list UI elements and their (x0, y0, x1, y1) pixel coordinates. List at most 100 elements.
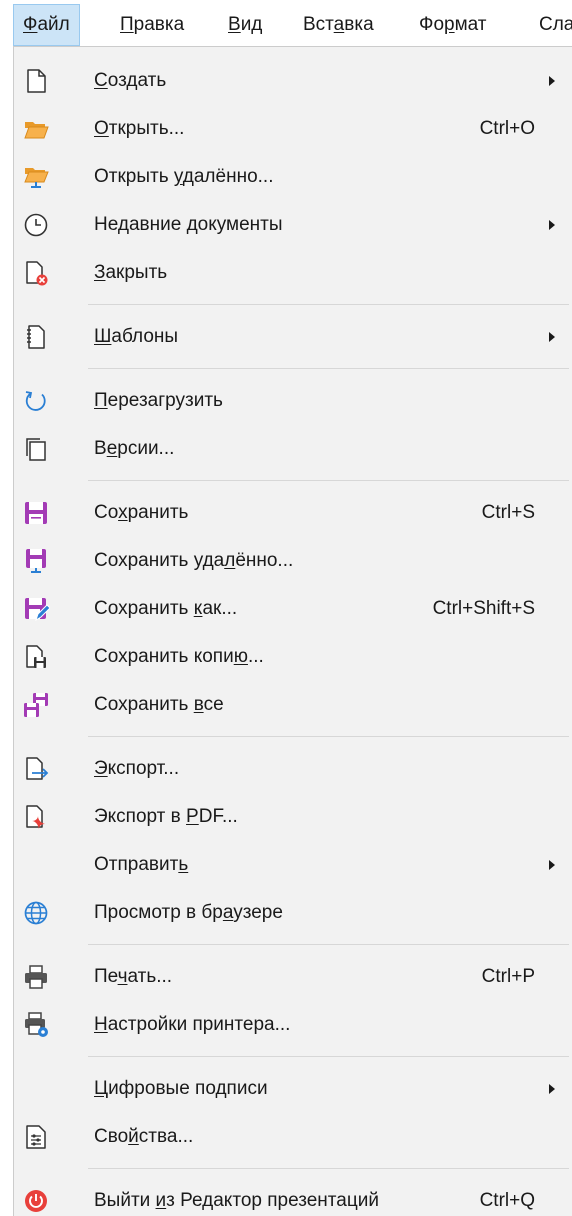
menubar-item-2[interactable]: Вид (219, 4, 271, 46)
menubar-item-label: айл (37, 14, 70, 35)
menu-item-save-all[interactable]: Сохранить все (14, 681, 572, 729)
shortcut-text: Ctrl+Q (479, 1190, 535, 1211)
menu-item-printer-settings[interactable]: Настройки принтера... (14, 1001, 572, 1049)
menu-item-exit[interactable]: Выйти из Редактор презентаций Ctrl+Q (14, 1177, 572, 1216)
mnemonic-letter: ю (233, 646, 248, 667)
menu-item-label: Сохранить все (94, 681, 224, 729)
mnemonic-letter: е (106, 438, 118, 459)
menubar-item-mnemonic: Ф (23, 14, 38, 35)
menu-item-label: Цифровые подписи (94, 1065, 268, 1113)
menu-item-digital-signatures[interactable]: Цифровые подписи (14, 1065, 572, 1113)
menubar-item-label: мат (454, 14, 487, 35)
label-text: ак... (202, 598, 238, 619)
label-text: з Редактор презентаций (166, 1190, 379, 1211)
label-text: В (94, 438, 107, 459)
submenu-arrow-icon (549, 76, 555, 86)
clock-icon (22, 211, 50, 239)
label-text: Сохранить копи (94, 646, 234, 667)
menubar-item-4[interactable]: Формат (410, 4, 496, 46)
menu-item-new[interactable]: Создать (14, 57, 572, 105)
menu-item-open[interactable]: Открыть... Ctrl+O (14, 105, 572, 153)
menu-item-save[interactable]: Сохранить Ctrl+S (14, 489, 572, 537)
menu-item-save-remote[interactable]: Сохранить удалённо... (14, 537, 572, 585)
menu-separator (14, 729, 572, 745)
menu-item-label: Недавние документы (94, 201, 283, 249)
label-text: рсии... (117, 438, 175, 459)
export-icon (22, 755, 50, 783)
menu-item-templates[interactable]: Шаблоны (14, 313, 572, 361)
menu-separator (14, 1049, 572, 1065)
menu-item-send[interactable]: Отправить (14, 841, 572, 889)
mnemonic-letter: х (118, 502, 128, 523)
menu-item-close[interactable]: Закрыть (14, 249, 572, 297)
menu-item-label: Экспорт в PDF... (94, 793, 238, 841)
menu-item-label: Экспорт... (94, 745, 179, 793)
menu-item-label: Перезагрузить (94, 377, 223, 425)
label-text: окументы (197, 214, 283, 235)
menubar-item-5[interactable]: Сла (530, 4, 572, 46)
menu-item-export-pdf[interactable]: Экспорт в PDF... (14, 793, 572, 841)
menubar-item-label: вка (344, 14, 374, 35)
folder-open-icon (22, 115, 50, 143)
menu-item-label: Сохранить копию... (94, 633, 264, 681)
mnemonic-letter: П (94, 390, 108, 411)
menu-item-properties[interactable]: Свойства... (14, 1113, 572, 1161)
menubar-item-mnemonic: р (444, 14, 455, 35)
label-text: Открыть (94, 166, 174, 187)
shortcut-text: Ctrl+S (481, 502, 535, 523)
menu-item-label: Настройки принтера... (94, 1001, 290, 1049)
templates-icon (22, 323, 50, 351)
label-text: ... (247, 646, 264, 667)
menubar-item-mnemonic: В (228, 14, 241, 35)
menubar-item-0[interactable]: Файл (13, 4, 80, 46)
mnemonic-letter: и (155, 1190, 167, 1211)
mnemonic-letter: ч (117, 966, 128, 987)
label-text: ифровые подписи (108, 1078, 268, 1099)
menubar-item-label: ид (240, 14, 263, 35)
mnemonic-letter: Ц (94, 1078, 109, 1099)
menu-item-print[interactable]: Печать... Ctrl+P (14, 953, 572, 1001)
label-text: Пе (94, 966, 118, 987)
printer-settings-icon (22, 1011, 50, 1039)
save-icon (22, 499, 50, 527)
menu-item-label: Шаблоны (94, 313, 178, 361)
menubar: Файл Правка Вид Вставка Формат Сла (0, 0, 572, 48)
document-icon (22, 67, 50, 95)
label-text: DF... (198, 806, 238, 827)
shortcut-text: Ctrl+O (479, 118, 535, 139)
label-text: ать... (127, 966, 173, 987)
label-text: се (203, 694, 224, 715)
menu-item-label: Печать... (94, 953, 172, 1001)
save-remote-icon (22, 547, 50, 575)
menubar-item-1[interactable]: Правка (111, 4, 193, 46)
menu-item-label: Выйти из Редактор презентаций (94, 1177, 379, 1216)
menu-item-open-remote[interactable]: Открыть удалённо... (14, 153, 572, 201)
label-text: Сво (94, 1126, 129, 1147)
menubar-item-3[interactable]: Вставка (294, 4, 383, 46)
menu-item-label: Открыть... (94, 105, 184, 153)
submenu-arrow-icon (549, 1084, 555, 1094)
menu-item-export[interactable]: Экспорт... (14, 745, 572, 793)
shortcut-text: Ctrl+Shift+S (432, 598, 535, 619)
menu-separator (14, 297, 572, 313)
close-document-icon (22, 259, 50, 287)
mnemonic-letter: в (193, 694, 204, 715)
label-text: далённо... (182, 166, 274, 187)
menu-item-save-copy[interactable]: Сохранить копию... (14, 633, 572, 681)
label-text: ранить (127, 502, 189, 523)
menu-item-preview-browser[interactable]: Просмотр в браузере (14, 889, 572, 937)
label-text: Выйти (94, 1190, 156, 1211)
menu-item-recent-documents[interactable]: Недавние документы (14, 201, 572, 249)
menu-item-label: Сохранить удалённо... (94, 537, 293, 585)
label-text: Сохранить (94, 694, 194, 715)
file-menu-list: Создать Открыть... Ctrl+O Открыть удалённо.… (14, 57, 572, 1216)
mnemonic-letter: З (94, 262, 106, 283)
menu-item-reload[interactable]: Перезагрузить (14, 377, 572, 425)
properties-icon (22, 1123, 50, 1151)
reload-icon (22, 387, 50, 415)
label-text: кспорт... (107, 758, 180, 779)
menu-item-versions[interactable]: Версии... (14, 425, 572, 473)
mnemonic-letter: а (222, 902, 234, 923)
menu-item-save-as[interactable]: Сохранить как... Ctrl+Shift+S (14, 585, 572, 633)
menubar-item-label: Вст (303, 14, 334, 35)
